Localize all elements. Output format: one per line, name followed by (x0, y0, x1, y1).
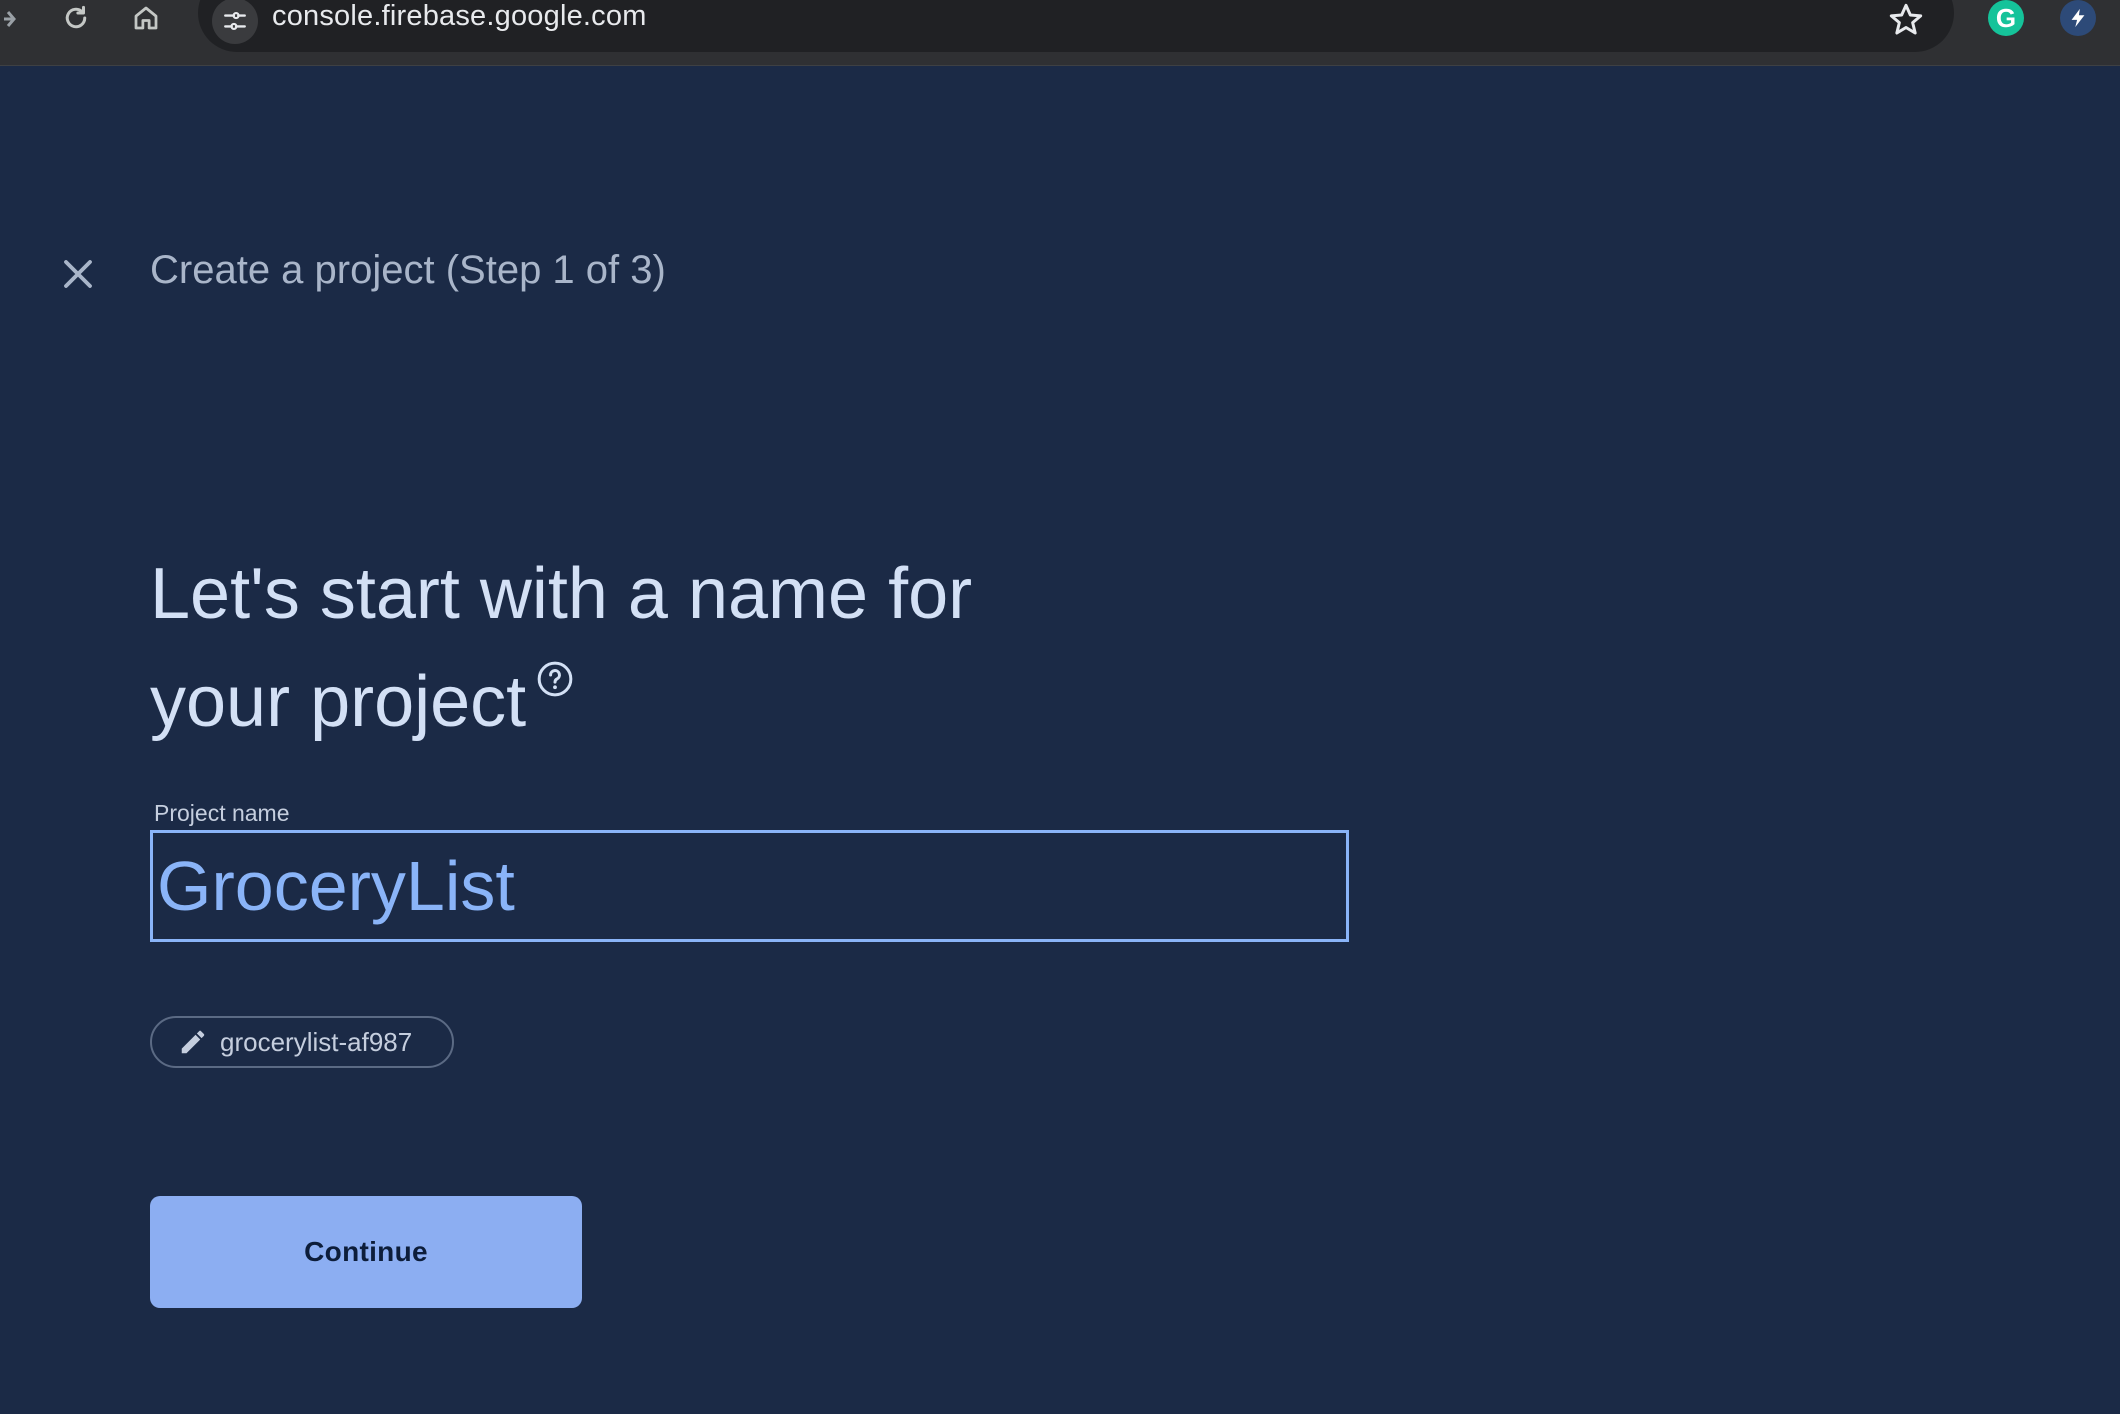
grammarly-extension-icon[interactable]: G (1988, 0, 2024, 36)
home-icon[interactable] (124, 0, 168, 36)
help-icon[interactable] (536, 660, 574, 698)
address-bar[interactable]: console.firebase.google.com (198, 0, 1954, 52)
star-icon[interactable] (1886, 0, 1926, 40)
heading-line-2-text: your project (150, 662, 527, 742)
site-info-icon[interactable] (212, 0, 258, 44)
project-id-chip[interactable]: grocerylist-af987 (150, 1016, 454, 1068)
browser-toolbar: console.firebase.google.com G (0, 0, 2120, 66)
project-id-text: grocerylist-af987 (220, 1026, 413, 1057)
heading-line-1: Let's start with a name for (150, 554, 973, 634)
reload-icon[interactable] (54, 0, 98, 36)
grammarly-letter: G (1995, 2, 2017, 33)
project-name-input[interactable] (150, 830, 1349, 942)
close-icon[interactable] (54, 250, 102, 298)
page-heading: Let's start with a name for your project (150, 540, 1090, 756)
project-name-label: Project name (154, 800, 290, 826)
forward-arrow-icon[interactable] (0, 4, 20, 34)
url-text[interactable]: console.firebase.google.com (272, 0, 647, 33)
continue-button[interactable]: Continue (150, 1196, 582, 1308)
step-title: Create a project (Step 1 of 3) (150, 248, 666, 292)
bolt-extension-icon[interactable] (2060, 0, 2096, 36)
heading-line-2: your project (150, 648, 1090, 756)
pencil-icon (181, 1030, 205, 1054)
